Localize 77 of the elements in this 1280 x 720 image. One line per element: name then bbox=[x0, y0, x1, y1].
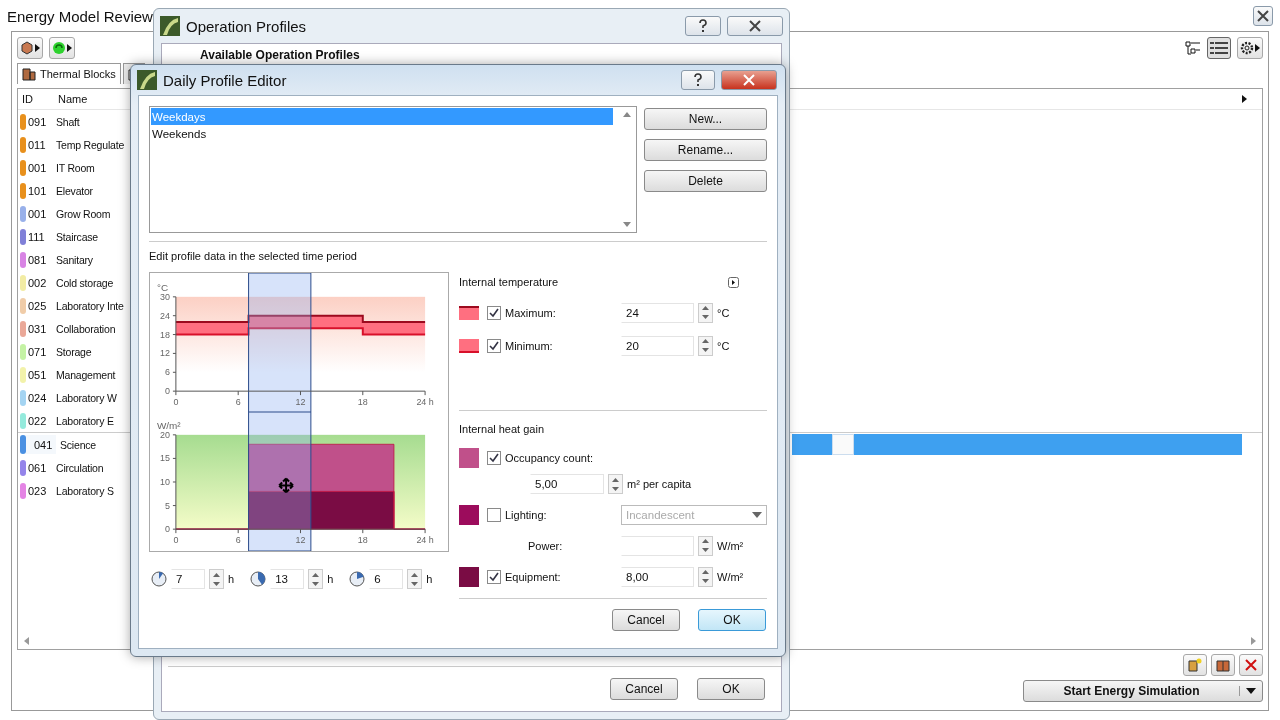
block-name: Science bbox=[59, 438, 97, 451]
unit-label: m² per capita bbox=[627, 478, 692, 490]
block-name: Cold storage bbox=[56, 276, 115, 289]
window-title: Energy Model Review bbox=[7, 7, 153, 25]
block-name: Management bbox=[56, 368, 117, 381]
block-name: Laboratory Inte bbox=[56, 299, 125, 312]
y-tick-label: 12 bbox=[160, 348, 170, 359]
section-title: Internal temperature bbox=[459, 276, 559, 288]
y-tick-label: 30 bbox=[160, 291, 170, 302]
y-tick-label: 15 bbox=[160, 453, 170, 464]
block-id: 091 bbox=[28, 115, 47, 128]
unit-label: W/m² bbox=[717, 570, 744, 583]
block-name: Laboratory S bbox=[56, 484, 115, 497]
block-id: 031 bbox=[28, 322, 47, 335]
y-tick-label: 20 bbox=[160, 429, 170, 440]
block-name: Grow Room bbox=[56, 207, 112, 220]
x-tick-label: 0 bbox=[173, 397, 179, 408]
x-tick-label: 12 bbox=[295, 397, 306, 408]
block-id: 011 bbox=[28, 138, 46, 151]
unit-label: W/m² bbox=[157, 419, 181, 431]
field-label: Power: bbox=[528, 539, 564, 552]
x-tick-label: 18 bbox=[357, 397, 368, 408]
block-name: Shaft bbox=[56, 115, 81, 128]
block-id: 024 bbox=[28, 391, 47, 404]
unit-label: °C bbox=[717, 306, 730, 319]
x-tick-label: 6 bbox=[235, 397, 241, 408]
window-title: Operation Profiles bbox=[186, 17, 307, 35]
unit-label: h bbox=[228, 573, 235, 585]
block-id: 081 bbox=[28, 253, 47, 266]
y-tick-label: 6 bbox=[164, 367, 170, 378]
x-tick-label: 18 bbox=[357, 535, 368, 546]
block-name: Storage bbox=[56, 345, 93, 358]
block-name: Staircase bbox=[56, 230, 99, 243]
block-name: Laboratory E bbox=[56, 414, 115, 427]
field-label: Minimum: bbox=[505, 339, 554, 352]
field-label: Equipment: bbox=[505, 570, 562, 583]
block-id: 051 bbox=[28, 368, 47, 381]
x-tick-label: 24 h bbox=[416, 397, 434, 408]
block-name: Laboratory W bbox=[56, 391, 118, 404]
field-label: Occupancy count: bbox=[505, 451, 595, 464]
block-name: Circulation bbox=[56, 461, 105, 474]
block-id: 023 bbox=[28, 484, 47, 497]
y-tick-label: 0 bbox=[164, 524, 170, 535]
y-tick-label: 10 bbox=[160, 477, 170, 487]
unit-label: h bbox=[327, 573, 334, 585]
block-id: 001 bbox=[28, 207, 47, 220]
block-id: 025 bbox=[28, 299, 47, 312]
section-label: Edit profile data in the selected time period bbox=[149, 250, 358, 262]
x-tick-label: 24 h bbox=[416, 535, 434, 546]
x-tick-label: 12 bbox=[295, 535, 306, 546]
y-tick-label: 5 bbox=[164, 500, 170, 511]
section-header: Available Operation Profiles bbox=[200, 48, 360, 62]
y-tick-label: 0 bbox=[164, 386, 170, 397]
block-name: Collaboration bbox=[56, 322, 117, 335]
unit-label: h bbox=[426, 573, 433, 585]
field-label: Lighting: bbox=[505, 508, 548, 521]
y-tick-label: 24 bbox=[160, 310, 170, 321]
unit-label: °C bbox=[157, 281, 169, 293]
unit-label: °C bbox=[717, 339, 730, 352]
block-id: 061 bbox=[28, 461, 47, 474]
block-name: IT Room bbox=[56, 161, 96, 174]
block-id: 071 bbox=[28, 345, 47, 358]
x-tick-label: 0 bbox=[173, 535, 179, 546]
block-id: 002 bbox=[28, 276, 47, 289]
block-id: 022 bbox=[28, 414, 47, 427]
block-id: 111 bbox=[28, 230, 45, 243]
block-id: 001 bbox=[28, 161, 47, 174]
field-label: Maximum: bbox=[505, 306, 557, 319]
block-name: Elevator bbox=[56, 184, 94, 197]
window-title: Daily Profile Editor bbox=[163, 71, 287, 89]
block-name: Temp Regulate bbox=[56, 138, 126, 151]
block-id: 041 bbox=[33, 438, 53, 451]
x-tick-label: 6 bbox=[235, 535, 241, 546]
block-id: 101 bbox=[28, 184, 47, 197]
section-title: Internal heat gain bbox=[459, 423, 544, 435]
y-tick-label: 18 bbox=[160, 329, 170, 340]
unit-label: W/m² bbox=[717, 539, 744, 552]
